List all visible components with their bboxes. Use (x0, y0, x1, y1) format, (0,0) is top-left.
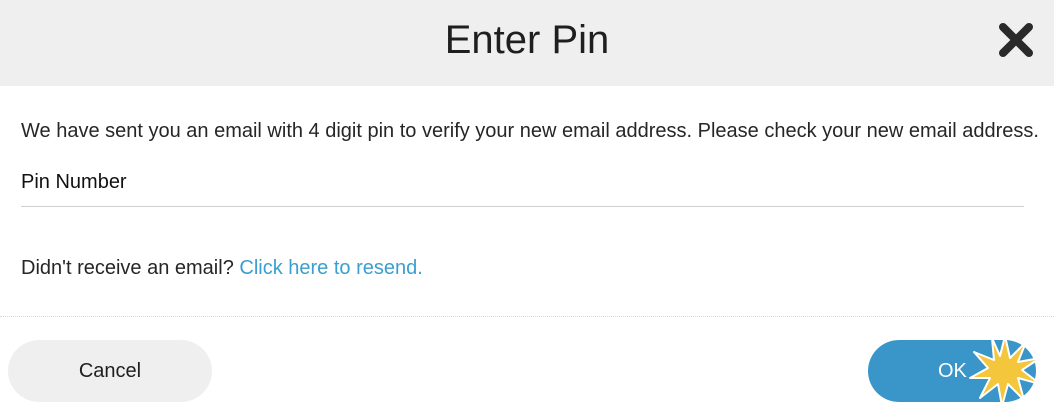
enter-pin-dialog: Enter Pin We have sent you an email with… (0, 0, 1054, 416)
close-button[interactable] (997, 22, 1035, 58)
resend-row: Didn't receive an email? Click here to r… (21, 257, 423, 280)
resend-prompt: Didn't receive an email? (21, 257, 240, 279)
ok-button-label: OK (938, 360, 967, 382)
pin-number-input[interactable] (21, 164, 1024, 206)
cancel-button[interactable]: Cancel (8, 340, 212, 402)
close-icon (999, 23, 1033, 57)
instruction-text: We have sent you an email with 4 digit p… (21, 120, 1039, 142)
dialog-header: Enter Pin (0, 0, 1054, 86)
ok-button[interactable]: OK (868, 340, 1036, 402)
footer-divider (0, 316, 1054, 317)
dialog-title: Enter Pin (444, 18, 610, 62)
pin-number-field[interactable]: Pin Number (21, 164, 1024, 207)
resend-link[interactable]: Click here to resend. (239, 257, 422, 279)
